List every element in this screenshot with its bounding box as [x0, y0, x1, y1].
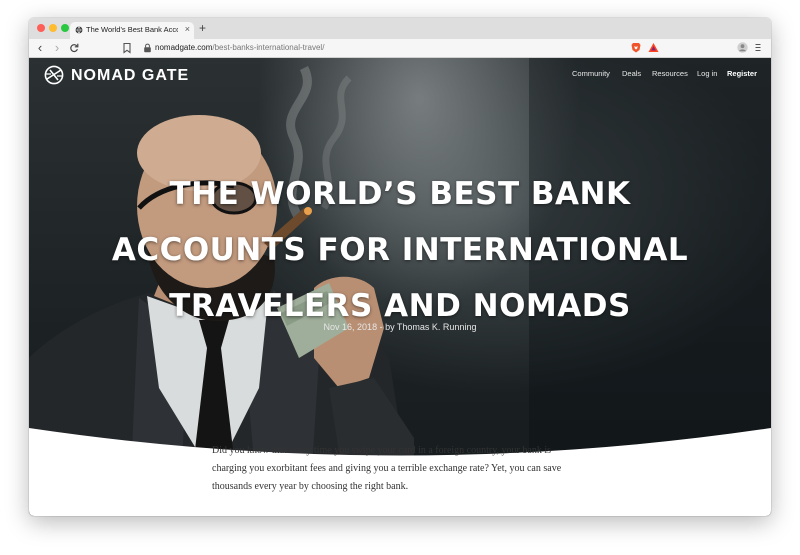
- minimize-window-button[interactable]: [49, 24, 57, 32]
- menu-dots-icon[interactable]: [755, 42, 761, 53]
- nomad-gate-logo-icon: [44, 65, 64, 85]
- tab-close-button[interactable]: ×: [185, 24, 190, 35]
- bookmark-icon[interactable]: [121, 42, 133, 54]
- nav-link-deals[interactable]: Deals: [622, 69, 641, 79]
- reload-icon: [70, 43, 79, 53]
- lock-icon: [144, 43, 151, 53]
- nav-link-community[interactable]: Community: [572, 69, 610, 79]
- article-intro: Did you know that every time you swipe y…: [212, 445, 562, 492]
- profile-icon[interactable]: [737, 42, 748, 53]
- article-byline: Nov 16, 2018 - by Thomas K. Running: [323, 322, 477, 332]
- logo-text: NOMAD GATE: [71, 67, 190, 84]
- url-domain: nomadgate.com: [155, 43, 213, 52]
- nav-link-register[interactable]: Register: [727, 69, 757, 79]
- nav-link-resources[interactable]: Resources: [652, 69, 688, 79]
- browser-toolbar: ‹ › nomadgate.com/best-banks-internation…: [29, 39, 771, 58]
- tab-title: The World's Best Bank Account: [86, 25, 178, 34]
- forward-button[interactable]: ›: [51, 41, 63, 54]
- page-title: THE WORLD’S BEST BANK ACCOUNTS FOR INTER…: [111, 176, 689, 324]
- browser-tab[interactable]: The World's Best Bank Account ×: [70, 22, 194, 39]
- bat-rewards-icon[interactable]: [648, 42, 659, 53]
- back-button[interactable]: ‹: [34, 41, 46, 54]
- browser-window: The World's Best Bank Account × + ‹ › no…: [29, 18, 771, 516]
- url-text: nomadgate.com/best-banks-international-t…: [155, 42, 324, 54]
- reload-button[interactable]: [68, 42, 80, 54]
- url-path: /best-banks-international-travel/: [212, 43, 325, 52]
- nav-link-log-in[interactable]: Log in: [697, 69, 717, 79]
- new-tab-button[interactable]: +: [199, 21, 206, 35]
- brave-lion-icon[interactable]: [631, 42, 641, 53]
- maximize-window-button[interactable]: [61, 24, 69, 32]
- close-window-button[interactable]: [37, 24, 45, 32]
- title-bar: The World's Best Bank Account × +: [29, 18, 771, 39]
- globe-icon: [75, 26, 83, 34]
